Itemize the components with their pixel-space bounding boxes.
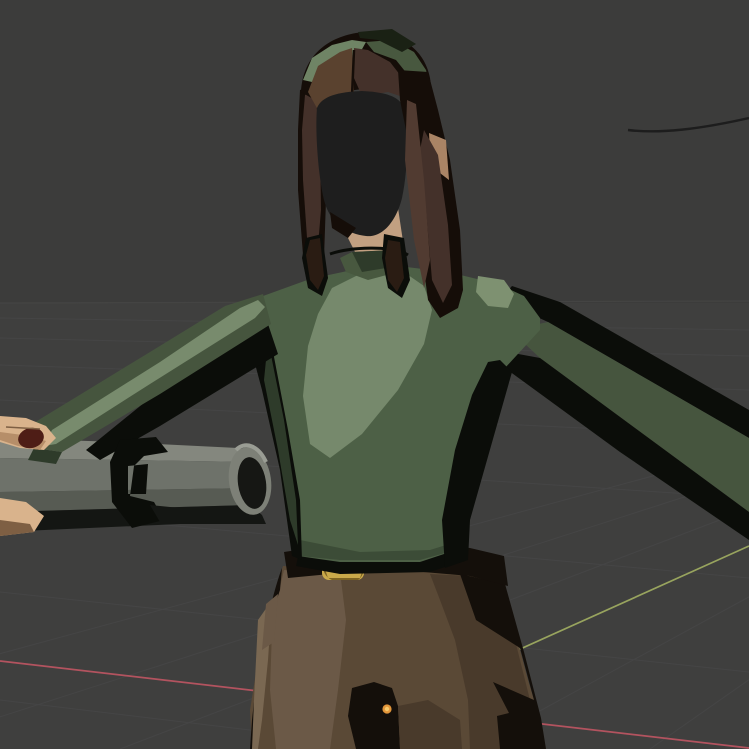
trousers-crotch-shadow xyxy=(348,682,400,749)
viewport-canvas[interactable] xyxy=(0,0,749,749)
object-origin[interactable] xyxy=(382,704,391,713)
viewport-3d[interactable] xyxy=(0,0,749,749)
face-blank xyxy=(316,91,407,236)
trousers xyxy=(250,566,546,749)
origin-dot-inner xyxy=(385,707,389,711)
